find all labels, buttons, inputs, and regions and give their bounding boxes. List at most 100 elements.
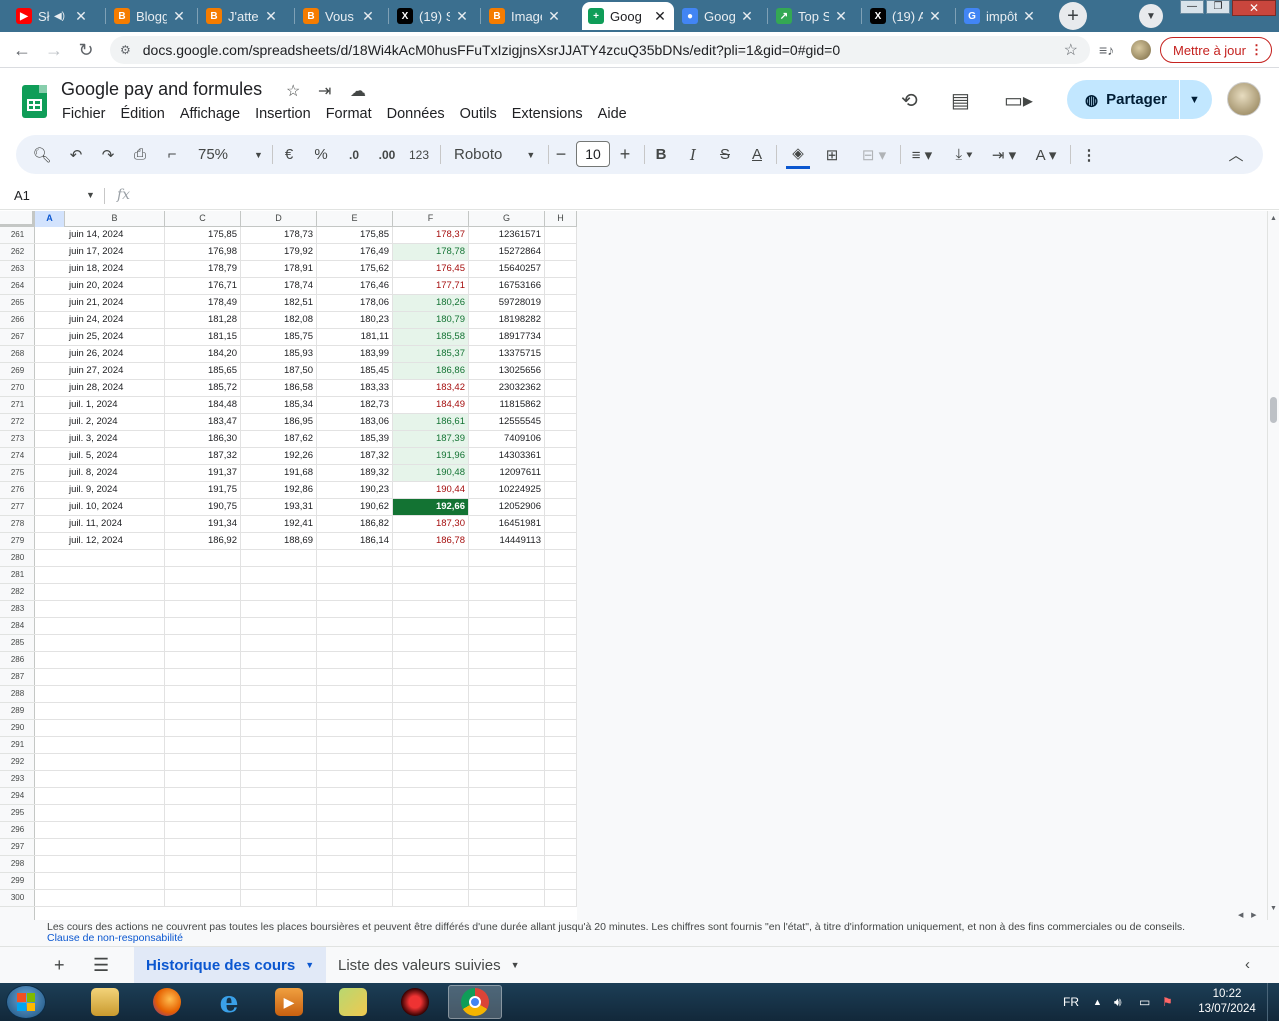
cell-close[interactable]: 190,48 bbox=[393, 465, 469, 481]
cell-high[interactable]: 187,50 bbox=[241, 363, 317, 379]
maximize-icon[interactable]: ❐ bbox=[1206, 0, 1230, 14]
cell-date[interactable]: juin 14, 2024 bbox=[35, 227, 165, 243]
row-header[interactable]: 299 bbox=[0, 873, 35, 890]
cell-open[interactable]: 187,32 bbox=[165, 448, 241, 464]
cell-date[interactable] bbox=[35, 635, 165, 651]
search-menus-icon[interactable]: 🔍︎ bbox=[30, 135, 54, 174]
ie-icon[interactable]: e bbox=[202, 985, 256, 1020]
cell-open[interactable]: 184,48 bbox=[165, 397, 241, 413]
cell-h[interactable] bbox=[545, 601, 577, 617]
cell-open[interactable]: 176,71 bbox=[165, 278, 241, 294]
cell-close[interactable]: 185,58 bbox=[393, 329, 469, 345]
cell-open[interactable]: 178,79 bbox=[165, 261, 241, 277]
row-header[interactable]: 293 bbox=[0, 771, 35, 788]
row-header[interactable]: 289 bbox=[0, 703, 35, 720]
row-header[interactable]: 297 bbox=[0, 839, 35, 856]
cell-volume[interactable] bbox=[469, 686, 545, 702]
cell-low[interactable] bbox=[317, 618, 393, 634]
cell-h[interactable] bbox=[545, 890, 577, 906]
cell-date[interactable]: juil. 11, 2024 bbox=[35, 516, 165, 532]
row-header[interactable]: 263 bbox=[0, 261, 35, 278]
cell-close[interactable] bbox=[393, 669, 469, 685]
cell-h[interactable] bbox=[545, 567, 577, 583]
cell-low[interactable] bbox=[317, 788, 393, 804]
cell-h[interactable] bbox=[545, 669, 577, 685]
fill-color-icon[interactable]: ◈ bbox=[786, 139, 810, 169]
minimize-icon[interactable]: — bbox=[1180, 0, 1204, 14]
cell-h[interactable] bbox=[545, 278, 577, 294]
cell-close[interactable] bbox=[393, 856, 469, 872]
cell-low[interactable] bbox=[317, 771, 393, 787]
horizontal-align-icon[interactable]: ≡ ▾ bbox=[904, 135, 940, 174]
cell-volume[interactable] bbox=[469, 822, 545, 838]
cell-date[interactable]: juil. 10, 2024 bbox=[35, 499, 165, 515]
cell-high[interactable] bbox=[241, 618, 317, 634]
cell-close[interactable] bbox=[393, 703, 469, 719]
row-header[interactable]: 273 bbox=[0, 431, 35, 448]
cell-h[interactable] bbox=[545, 754, 577, 770]
cell-volume[interactable]: 12097611 bbox=[469, 465, 545, 481]
row-header[interactable]: 300 bbox=[0, 890, 35, 907]
cell-volume[interactable]: 11815862 bbox=[469, 397, 545, 413]
account-avatar[interactable] bbox=[1227, 82, 1261, 116]
redo-icon[interactable]: ↷ bbox=[96, 135, 120, 174]
more-options-icon[interactable]: ⋮ bbox=[1078, 135, 1100, 174]
cloud-saved-icon[interactable]: ☁ bbox=[350, 81, 366, 101]
cell-volume[interactable] bbox=[469, 771, 545, 787]
cell-volume[interactable] bbox=[469, 873, 545, 889]
cell-close[interactable] bbox=[393, 652, 469, 668]
cell-area[interactable]: juin 14, 2024 175,85 178,73 175,85 178,37 123… bbox=[35, 227, 577, 920]
cell-open[interactable] bbox=[165, 584, 241, 600]
cell-high[interactable] bbox=[241, 856, 317, 872]
cell-date[interactable] bbox=[35, 890, 165, 906]
cell-low[interactable]: 187,32 bbox=[317, 448, 393, 464]
cell-h[interactable] bbox=[545, 720, 577, 736]
cell-close[interactable]: 191,96 bbox=[393, 448, 469, 464]
cell-volume[interactable] bbox=[469, 567, 545, 583]
cell-volume[interactable] bbox=[469, 618, 545, 634]
cell-h[interactable] bbox=[545, 516, 577, 532]
vertical-align-icon[interactable]: ⤓ ▾ bbox=[946, 135, 982, 174]
decrease-decimal-button[interactable]: .0 bbox=[340, 135, 368, 174]
cell-low[interactable]: 189,32 bbox=[317, 465, 393, 481]
menu-item[interactable]: Édition bbox=[121, 106, 165, 122]
cell-low[interactable] bbox=[317, 856, 393, 872]
select-all-corner[interactable] bbox=[0, 211, 35, 227]
cell-date[interactable] bbox=[35, 669, 165, 685]
cell-date[interactable] bbox=[35, 686, 165, 702]
row-header[interactable]: 268 bbox=[0, 346, 35, 363]
meet-video-icon[interactable]: ▭▸ bbox=[1004, 88, 1033, 113]
cell-close[interactable]: 177,71 bbox=[393, 278, 469, 294]
row-header[interactable]: 287 bbox=[0, 669, 35, 686]
merge-cells-icon[interactable]: ⊟ ▾ bbox=[854, 135, 894, 174]
close-tab-icon[interactable]: ✕ bbox=[454, 8, 470, 25]
cell-open[interactable]: 181,15 bbox=[165, 329, 241, 345]
close-tab-icon[interactable]: ✕ bbox=[263, 8, 279, 25]
row-header[interactable]: 288 bbox=[0, 686, 35, 703]
cell-date[interactable]: juil. 3, 2024 bbox=[35, 431, 165, 447]
currency-format-button[interactable]: € bbox=[278, 135, 300, 174]
close-tab-icon[interactable]: ✕ bbox=[73, 8, 89, 25]
action-center-icon[interactable]: ⚑ bbox=[1162, 983, 1173, 1021]
vertical-scrollbar[interactable]: ▲ ▼ bbox=[1267, 211, 1279, 920]
cell-open[interactable] bbox=[165, 652, 241, 668]
cell-h[interactable] bbox=[545, 346, 577, 362]
cell-open[interactable] bbox=[165, 601, 241, 617]
menu-item[interactable]: Format bbox=[326, 106, 372, 122]
browser-tab[interactable]: B J'atte ✕ bbox=[200, 2, 285, 30]
row-header[interactable]: 295 bbox=[0, 805, 35, 822]
version-history-icon[interactable]: ⟲ bbox=[901, 88, 918, 113]
cell-h[interactable] bbox=[545, 431, 577, 447]
row-header[interactable]: 292 bbox=[0, 754, 35, 771]
close-tab-icon[interactable]: ✕ bbox=[833, 8, 849, 25]
close-tab-icon[interactable]: ✕ bbox=[546, 8, 562, 25]
row-header[interactable]: 265 bbox=[0, 295, 35, 312]
row-header[interactable]: 275 bbox=[0, 465, 35, 482]
cell-open[interactable]: 183,47 bbox=[165, 414, 241, 430]
cell-volume[interactable]: 12361571 bbox=[469, 227, 545, 243]
show-hidden-icons-icon[interactable]: ▲ bbox=[1093, 983, 1102, 1021]
chevron-down-icon[interactable]: ▼ bbox=[305, 960, 314, 970]
chrome-icon[interactable] bbox=[448, 985, 502, 1019]
cell-open[interactable] bbox=[165, 839, 241, 855]
cell-h[interactable] bbox=[545, 822, 577, 838]
